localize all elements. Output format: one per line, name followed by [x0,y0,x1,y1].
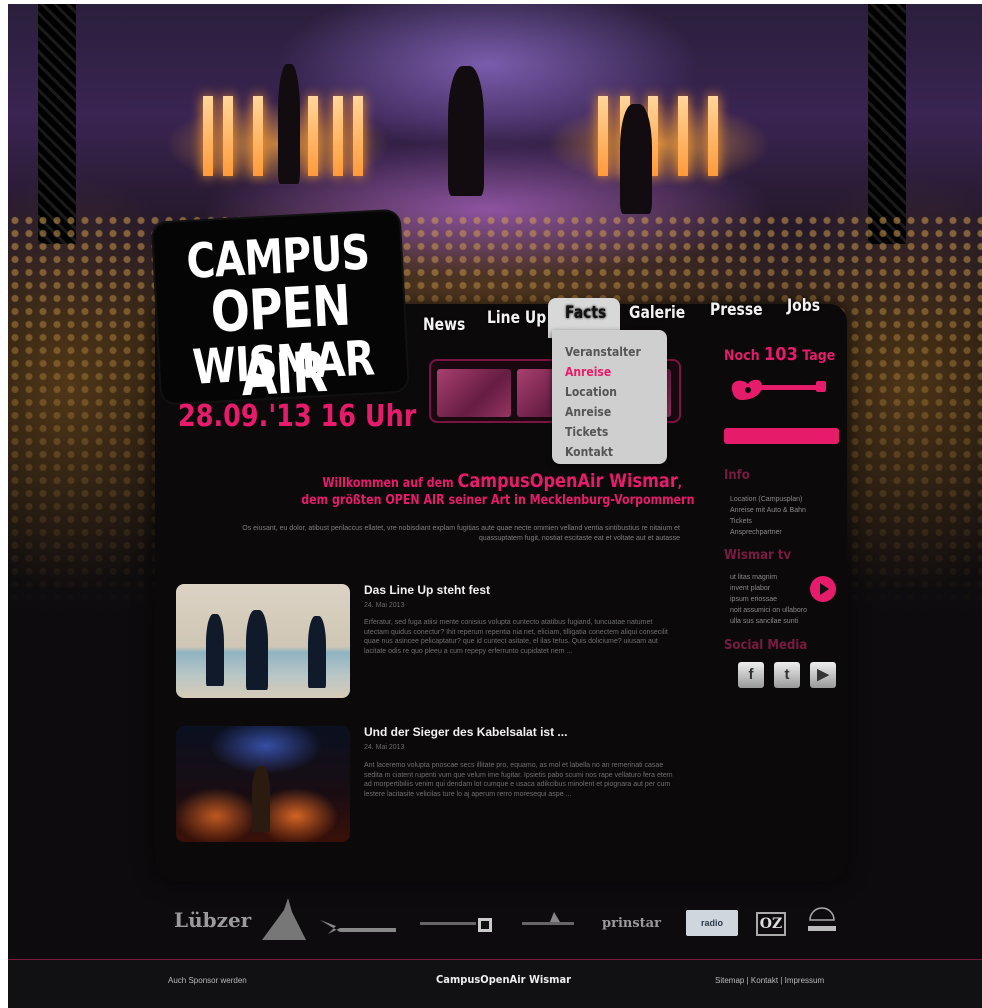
become-sponsor-link[interactable]: Auch Sponsor werden [168,976,247,985]
footer-brand: CampusOpenAir Wismar [436,973,572,986]
performer [448,66,484,196]
facts-dropdown-menu: Veranstalter Anreise Location Anreise Ti… [552,330,667,464]
guitar-icon [731,379,826,400]
youtube-icon[interactable]: ▶ [810,662,836,688]
sponsor-logo-agency[interactable] [418,914,498,934]
twitter-icon[interactable]: t [774,662,800,688]
social-media-title: Social Media [724,638,808,653]
facebook-icon[interactable]: f [738,662,764,688]
news-body: Ant laceremo volupta pnoscae secs illita… [364,762,673,798]
ticket-button[interactable] [724,428,839,444]
countdown-prefix: Noch [724,348,760,364]
logo-line-wismar: WISMAR [191,330,376,396]
play-icon[interactable] [810,576,836,602]
welcome-text: Os eiusant, eu dolor, atibust perilaccus… [242,525,680,542]
welcome-comma: , [677,476,682,491]
info-link[interactable]: Tickets [730,516,806,527]
nav-item-jobs[interactable]: Jobs [787,296,820,316]
event-date: 28.09.'13 16 Uhr [178,399,416,434]
sponsor-logo-sun[interactable] [804,906,840,936]
news-body: Erferatur, sed fuga atiisi mente conisiu… [364,619,668,655]
sponsor-logo-oz[interactable]: OZ [756,912,786,936]
footer-link-sitemap[interactable]: Sitemap [715,976,744,985]
campus-open-air-logo[interactable]: CAMPUS OPEN AIR WISMAR [152,210,413,429]
countdown-number: 103 [764,344,798,365]
wismar-tv-item: ut litas magnim [730,574,778,581]
nav-item-line-up[interactable]: Line Up [487,308,546,328]
stage-truss-left [38,4,76,244]
info-title: Info [724,468,750,483]
sponsor-logo-eagle[interactable] [318,914,398,936]
countdown-suffix: Tage [802,348,836,364]
gallery-thumbnail[interactable] [437,369,511,417]
wismar-tv-item: ulla sus sancilae sunti [730,618,799,625]
info-link[interactable]: Anreise mit Auto & Bahn [730,505,806,516]
welcome-brand: CampusOpenAir Wismar [457,470,678,492]
performer [620,104,652,214]
stage-truss-right [868,4,906,244]
wismar-tv-item: ipsum eriossae [730,596,778,603]
sponsor-logo-radio[interactable]: radio [686,910,738,936]
event-time: 16 Uhr [320,399,417,434]
sponsor-logo-bird[interactable] [260,896,308,942]
news-image-kabelsalat[interactable] [176,726,350,842]
menu-item-tickets[interactable]: Tickets [565,422,657,442]
footer-links: Sitemap | Kontakt | Impressum [715,976,824,985]
welcome-line-2: dem größten OPEN AIR seiner Art in Meckl… [301,493,695,508]
nav-item-galerie[interactable]: Galerie [629,303,685,323]
news-title[interactable]: Und der Sieger des Kabelsalat ist ... [364,725,567,739]
wismar-tv-title: Wismar tv [724,548,792,563]
sponsor-logo-prinstar[interactable]: prinstar [602,916,661,931]
page-frame: CAMPUS OPEN AIR WISMAR 28.09.'13 16 Uhr … [8,4,982,1008]
info-list: Location (Campusplan) Anreise mit Auto &… [730,494,806,538]
welcome-prefix: Willkommen auf dem [322,476,454,491]
menu-item-kontakt[interactable]: Kontakt [565,442,657,462]
footer: Auch Sponsor werden CampusOpenAir Wismar… [8,960,982,1008]
nav-item-facts[interactable]: Facts [565,303,606,323]
wismar-tv-item: invent plabor [730,585,771,592]
news-date: 24. Mai 2013 [364,744,405,751]
sponsor-logo-stadt[interactable] [520,910,580,932]
info-link[interactable]: Location (Campusplan) [730,494,806,505]
event-date-day: 28.09.'13 [178,399,312,434]
footer-separator: | [780,976,783,985]
menu-item-anreise[interactable]: Anreise [565,402,657,422]
performer [278,64,300,184]
menu-item-veranstalter[interactable]: Veranstalter [565,342,657,362]
info-link[interactable]: Ansprechpartner [730,527,806,538]
footer-separator: | [746,976,749,985]
menu-item-location[interactable]: Location [565,382,657,402]
wismar-tv-list: ut litas magnim invent plabor ipsum erio… [730,572,807,627]
welcome-heading: Willkommen auf dem CampusOpenAir Wismar,… [234,470,695,508]
news-date: 24. Mai 2013 [364,602,405,609]
nav-item-news[interactable]: News [423,315,465,335]
countdown: Noch 103 Tage [724,344,835,365]
footer-link-kontakt[interactable]: Kontakt [751,976,778,985]
footer-link-impressum[interactable]: Impressum [785,976,825,985]
wismar-tv-item: noit assumici on ullaboro [730,607,808,614]
sponsor-logo-luebzer[interactable]: Lübzer [174,908,251,932]
sponsor-logos: Lübzer prinstar radio OZ [168,894,848,944]
news-image-line-up[interactable] [176,584,350,698]
news-title[interactable]: Das Line Up steht fest [364,583,490,597]
welcome-line-1: Willkommen auf dem CampusOpenAir Wismar, [301,470,682,492]
nav-item-presse[interactable]: Presse [710,300,763,320]
menu-item-anreise-active[interactable]: Anreise [565,362,657,382]
